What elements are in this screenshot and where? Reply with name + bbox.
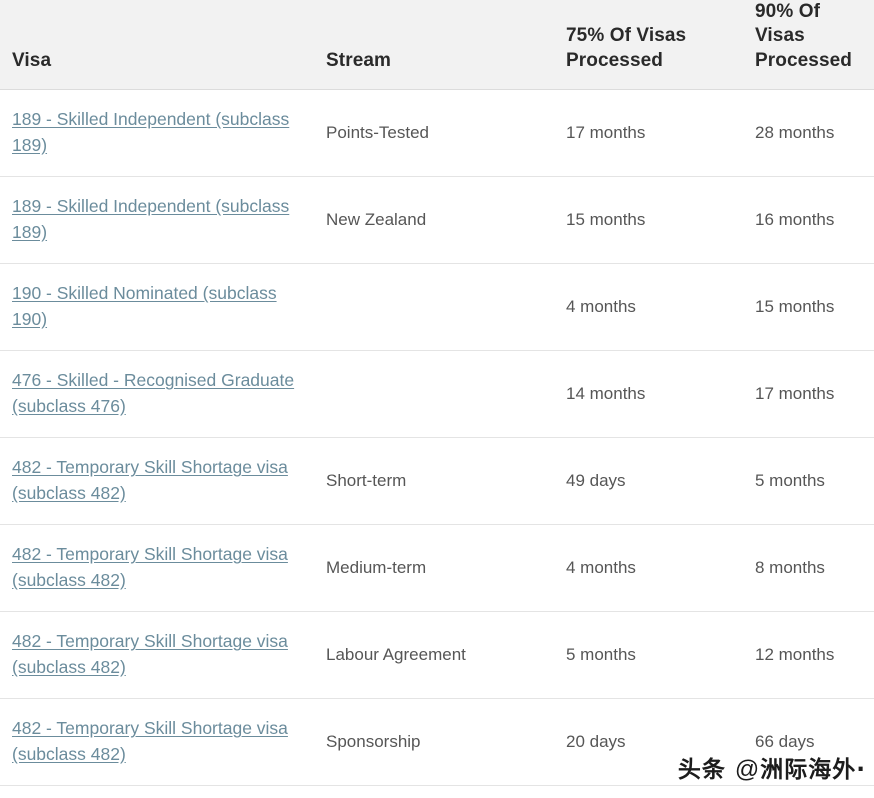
column-header-75-percent-processed[interactable]: 75% Of Visas Processed — [553, 0, 742, 90]
column-header-75-line2: Processed — [566, 49, 664, 71]
table-row: 476 - Skilled - Recognised Graduate (sub… — [0, 350, 874, 438]
cell-visa: 189 - Skilled Independent (subclass 189) — [0, 176, 313, 264]
table-row: 189 - Skilled Independent (subclass 189)… — [0, 89, 874, 177]
cell-stream: Labour Agreement — [313, 611, 553, 699]
cell-visa: 476 - Skilled - Recognised Graduate (sub… — [0, 350, 313, 438]
column-header-75-percent-lines: 75% Of Visas Processed — [566, 24, 732, 89]
cell-90-percent-processed-text: 28 months — [755, 122, 835, 142]
column-header-visa-label: Visa — [12, 49, 52, 71]
table-row: 482 - Temporary Skill Shortage visa (sub… — [0, 437, 874, 525]
cell-75-percent-processed: 17 months — [553, 89, 742, 177]
column-header-90-line1: 90% Of Visas — [755, 1, 821, 47]
cell-stream-text: Points-Tested — [326, 122, 429, 142]
visa-link[interactable]: 189 - Skilled Independent (subclass 189) — [12, 109, 289, 155]
cell-75-percent-processed: 15 months — [553, 176, 742, 264]
table-header: Visa Stream 75% Of Visas Processed 90% Of… — [0, 0, 874, 90]
cell-90-percent-processed: 66 days — [742, 698, 874, 786]
cell-stream: New Zealand — [313, 176, 553, 264]
cell-stream — [313, 350, 553, 438]
cell-visa: 482 - Temporary Skill Shortage visa (sub… — [0, 524, 313, 612]
cell-stream: Medium-term — [313, 524, 553, 612]
cell-75-percent-processed-text: 4 months — [566, 296, 636, 316]
visa-processing-times-table: Visa Stream 75% Of Visas Processed 90% Of… — [0, 0, 874, 786]
cell-75-percent-processed-text: 17 months — [566, 122, 646, 142]
cell-90-percent-processed: 15 months — [742, 263, 874, 351]
cell-75-percent-processed-text: 20 days — [566, 731, 626, 751]
cell-stream-text: New Zealand — [326, 209, 427, 229]
cell-stream — [313, 263, 553, 351]
cell-75-percent-processed: 5 months — [553, 611, 742, 699]
visa-processing-times-table-container: Visa Stream 75% Of Visas Processed 90% Of… — [0, 0, 874, 798]
visa-link[interactable]: 482 - Temporary Skill Shortage visa (sub… — [12, 718, 288, 764]
cell-75-percent-processed-text: 14 months — [566, 383, 646, 403]
cell-75-percent-processed-text: 49 days — [566, 470, 626, 490]
cell-90-percent-processed: 28 months — [742, 89, 874, 177]
cell-90-percent-processed: 17 months — [742, 350, 874, 438]
cell-90-percent-processed-text: 16 months — [755, 209, 835, 229]
cell-stream-text: Labour Agreement — [326, 644, 466, 664]
visa-link[interactable]: 190 - Skilled Nominated (subclass 190) — [12, 283, 277, 329]
table-header-row: Visa Stream 75% Of Visas Processed 90% Of… — [0, 0, 874, 90]
cell-90-percent-processed: 16 months — [742, 176, 874, 264]
table-row: 189 - Skilled Independent (subclass 189)… — [0, 176, 874, 264]
visa-link[interactable]: 482 - Temporary Skill Shortage visa (sub… — [12, 457, 288, 503]
visa-link[interactable]: 482 - Temporary Skill Shortage visa (sub… — [12, 544, 288, 590]
visa-link[interactable]: 476 - Skilled - Recognised Graduate (sub… — [12, 370, 294, 416]
column-header-90-percent-processed[interactable]: 90% Of Visas Processed — [742, 0, 874, 90]
cell-visa: 482 - Temporary Skill Shortage visa (sub… — [0, 611, 313, 699]
cell-visa: 190 - Skilled Nominated (subclass 190) — [0, 263, 313, 351]
cell-75-percent-processed-text: 5 months — [566, 644, 636, 664]
visa-link[interactable]: 189 - Skilled Independent (subclass 189) — [12, 196, 289, 242]
cell-90-percent-processed-text: 12 months — [755, 644, 835, 664]
table-row: 482 - Temporary Skill Shortage visa (sub… — [0, 524, 874, 612]
cell-stream: Short-term — [313, 437, 553, 525]
cell-90-percent-processed-text: 15 months — [755, 296, 835, 316]
cell-stream-text: Sponsorship — [326, 731, 421, 751]
column-header-75-line1: 75% Of Visas — [566, 25, 687, 47]
cell-90-percent-processed-text: 8 months — [755, 557, 825, 577]
column-header-stream[interactable]: Stream — [313, 0, 553, 90]
cell-90-percent-processed: 8 months — [742, 524, 874, 612]
visa-link[interactable]: 482 - Temporary Skill Shortage visa (sub… — [12, 631, 288, 677]
cell-75-percent-processed: 20 days — [553, 698, 742, 786]
cell-90-percent-processed-text: 17 months — [755, 383, 835, 403]
cell-stream: Points-Tested — [313, 89, 553, 177]
cell-stream: Sponsorship — [313, 698, 553, 786]
cell-stream-text: Medium-term — [326, 557, 427, 577]
cell-90-percent-processed: 5 months — [742, 437, 874, 525]
column-header-visa[interactable]: Visa — [0, 0, 313, 90]
table-row: 190 - Skilled Nominated (subclass 190) 4 … — [0, 263, 874, 351]
cell-90-percent-processed-text: 5 months — [755, 470, 825, 490]
cell-75-percent-processed-text: 4 months — [566, 557, 636, 577]
cell-75-percent-processed: 4 months — [553, 263, 742, 351]
cell-75-percent-processed: 4 months — [553, 524, 742, 612]
column-header-90-line2: Processed — [755, 49, 853, 71]
column-header-90-percent-lines: 90% Of Visas Processed — [755, 0, 864, 89]
table-row: 482 - Temporary Skill Shortage visa (sub… — [0, 698, 874, 786]
cell-stream-text: Short-term — [326, 470, 407, 490]
cell-90-percent-processed: 12 months — [742, 611, 874, 699]
cell-visa: 482 - Temporary Skill Shortage visa (sub… — [0, 437, 313, 525]
table-row: 482 - Temporary Skill Shortage visa (sub… — [0, 611, 874, 699]
cell-visa: 189 - Skilled Independent (subclass 189) — [0, 89, 313, 177]
cell-75-percent-processed-text: 15 months — [566, 209, 646, 229]
table-body: 189 - Skilled Independent (subclass 189)… — [0, 89, 874, 786]
cell-75-percent-processed: 49 days — [553, 437, 742, 525]
cell-90-percent-processed-text: 66 days — [755, 731, 815, 751]
column-header-stream-label: Stream — [326, 49, 392, 71]
cell-75-percent-processed: 14 months — [553, 350, 742, 438]
cell-visa: 482 - Temporary Skill Shortage visa (sub… — [0, 698, 313, 786]
